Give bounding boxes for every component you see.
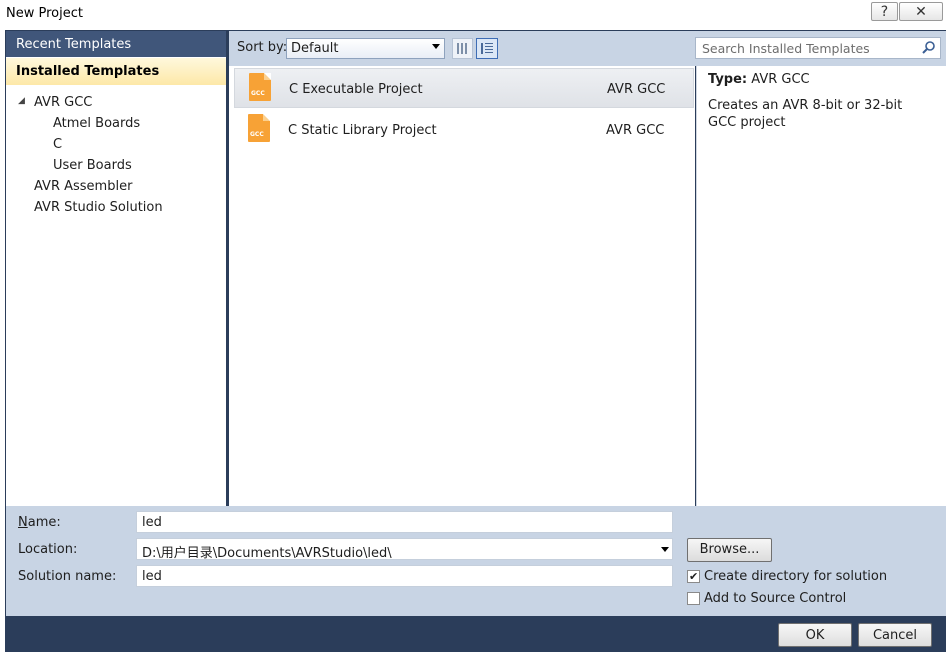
grid-view-icon: [457, 43, 467, 54]
browse-button[interactable]: Browse...: [687, 538, 772, 562]
tree-item-atmel-boards[interactable]: Atmel Boards: [6, 113, 226, 134]
search-placeholder: Search Installed Templates: [702, 41, 870, 56]
help-icon: ?: [880, 3, 889, 20]
dropdown-arrow-icon[interactable]: [432, 44, 440, 49]
sort-by-label: Sort by:: [237, 40, 288, 55]
tree-item-c[interactable]: C: [6, 134, 226, 155]
tree-item-user-boards[interactable]: User Boards: [6, 155, 226, 176]
search-templates-input[interactable]: Search Installed Templates: [695, 37, 941, 59]
help-button[interactable]: ?: [871, 2, 898, 21]
template-type: Type: AVR GCC: [708, 72, 810, 87]
name-value: led: [142, 515, 162, 530]
sort-by-value: Default: [291, 41, 339, 56]
tree-item-label: AVR Studio Solution: [34, 200, 163, 215]
template-item-c-static-library[interactable]: GCC C Static Library Project AVR GCC: [234, 110, 694, 150]
template-name: C Executable Project: [289, 82, 423, 97]
type-value: AVR GCC: [751, 72, 810, 87]
template-name: C Static Library Project: [288, 123, 437, 138]
list-view-button[interactable]: [476, 38, 498, 59]
template-item-c-executable[interactable]: GCC C Executable Project AVR GCC: [234, 68, 694, 108]
tree-item-avr-gcc[interactable]: ◢ AVR GCC: [6, 92, 226, 113]
expand-triangle-icon[interactable]: ◢: [18, 96, 25, 106]
solution-name-input[interactable]: led: [136, 565, 673, 587]
name-label: Name:: [18, 515, 61, 530]
tree-item-label: C: [53, 137, 63, 152]
cancel-button[interactable]: Cancel: [858, 623, 932, 647]
tree-item-avr-assembler[interactable]: AVR Assembler: [6, 176, 226, 197]
tree-item-avr-studio-solution[interactable]: AVR Studio Solution: [6, 197, 226, 218]
close-button[interactable]: ✕: [899, 2, 943, 21]
template-language: AVR GCC: [606, 123, 665, 138]
location-label: Location:: [18, 542, 78, 557]
list-view-icon: [481, 43, 493, 54]
dropdown-arrow-icon[interactable]: [661, 547, 669, 552]
title-bar: [0, 0, 949, 30]
solution-name-value: led: [142, 569, 162, 584]
location-value: D:\用户目录\Documents\AVRStudio\led\: [142, 546, 392, 561]
create-directory-label[interactable]: Create directory for solution: [704, 569, 887, 584]
small-icons-view-button[interactable]: [452, 38, 473, 59]
checkmark-icon: ✔: [689, 570, 699, 583]
installed-templates-header[interactable]: Installed Templates: [6, 58, 226, 85]
ok-button[interactable]: OK: [778, 623, 852, 647]
template-description: Creates an AVR 8-bit or 32-bit GCC proje…: [708, 98, 903, 130]
tree-item-label: AVR Assembler: [34, 179, 133, 194]
template-language: AVR GCC: [607, 82, 666, 97]
name-input[interactable]: led: [136, 511, 673, 533]
recent-templates-header[interactable]: Recent Templates: [6, 31, 226, 57]
tree-item-label: Atmel Boards: [53, 116, 141, 131]
sort-by-dropdown[interactable]: Default: [286, 38, 445, 59]
tree-item-label: AVR GCC: [34, 95, 93, 110]
type-label: Type:: [708, 72, 748, 87]
location-combobox[interactable]: D:\用户目录\Documents\AVRStudio\led\: [136, 538, 673, 561]
template-details-panel: [696, 66, 946, 506]
gcc-file-icon: GCC: [248, 114, 270, 142]
source-control-label[interactable]: Add to Source Control: [704, 591, 846, 606]
tree-item-label: User Boards: [53, 158, 132, 173]
window-title: New Project: [6, 6, 83, 21]
close-icon: ✕: [915, 3, 927, 20]
gcc-file-icon: GCC: [249, 73, 271, 101]
source-control-checkbox[interactable]: [687, 592, 700, 605]
search-icon[interactable]: [921, 40, 937, 56]
solution-name-label: Solution name:: [18, 569, 117, 584]
